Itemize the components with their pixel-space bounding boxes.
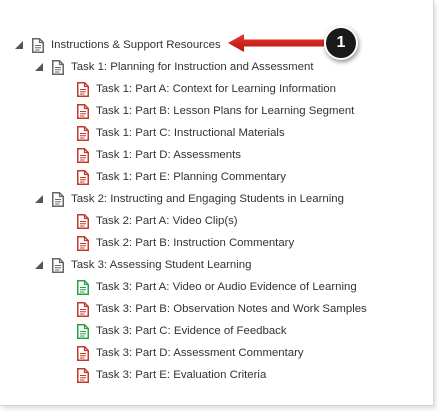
tree-node-label: Task 1: Planning for Instruction and Ass… — [71, 61, 314, 73]
gray-document-icon — [52, 59, 64, 75]
tree-node-root[interactable]: Instructions & Support Resources — [14, 34, 221, 56]
tree-leaf-task1-part-d[interactable]: Task 1: Part D: Assessments — [77, 144, 241, 166]
tree-leaf-label: Task 2: Part B: Instruction Commentary — [96, 237, 295, 249]
gray-document-icon — [32, 37, 44, 53]
tree-leaf-task1-part-e[interactable]: Task 1: Part E: Planning Commentary — [77, 166, 286, 188]
tree-leaf-task1-part-a[interactable]: Task 1: Part A: Context for Learning Inf… — [77, 78, 336, 100]
tree-leaf-label: Task 3: Part C: Evidence of Feedback — [96, 325, 287, 337]
red-document-icon — [77, 301, 89, 317]
red-document-icon — [77, 367, 89, 383]
red-document-icon — [77, 169, 89, 185]
tree-node-task-1[interactable]: Task 1: Planning for Instruction and Ass… — [34, 56, 314, 78]
tree-leaf-label: Task 3: Part B: Observation Notes and Wo… — [96, 303, 367, 315]
tree-leaf-label: Task 1: Part B: Lesson Plans for Learnin… — [96, 105, 355, 117]
callout-badge-number: 1 — [336, 34, 346, 51]
green-document-icon — [77, 323, 89, 339]
red-document-icon — [77, 213, 89, 229]
green-document-icon — [77, 279, 89, 295]
tree-node-task-2[interactable]: Task 2: Instructing and Engaging Student… — [34, 188, 344, 210]
tree-leaf-task3-part-d[interactable]: Task 3: Part D: Assessment Commentary — [77, 342, 304, 364]
red-document-icon — [77, 125, 89, 141]
expand-toggle-icon[interactable] — [34, 62, 44, 72]
tree-leaf-label: Task 1: Part A: Context for Learning Inf… — [96, 83, 336, 95]
callout-badge: 1 — [324, 26, 358, 60]
tree-node-label: Task 3: Assessing Student Learning — [71, 259, 252, 271]
tree-leaf-task3-part-c[interactable]: Task 3: Part C: Evidence of Feedback — [77, 320, 287, 342]
tree-leaf-task1-part-b[interactable]: Task 1: Part B: Lesson Plans for Learnin… — [77, 100, 354, 122]
red-document-icon — [77, 345, 89, 361]
tree-leaf-task3-part-b[interactable]: Task 3: Part B: Observation Notes and Wo… — [77, 298, 367, 320]
expand-toggle-icon[interactable] — [34, 260, 44, 270]
red-document-icon — [77, 103, 89, 119]
tree-leaf-label: Task 1: Part D: Assessments — [96, 149, 241, 161]
tree-node-label: Instructions & Support Resources — [51, 39, 221, 51]
red-document-icon — [77, 81, 89, 97]
tree-leaf-task2-part-b[interactable]: Task 2: Part B: Instruction Commentary — [77, 232, 294, 254]
tree-leaf-task3-part-a[interactable]: Task 3: Part A: Video or Audio Evidence … — [77, 276, 357, 298]
tree-leaf-label: Task 1: Part C: Instructional Materials — [96, 127, 285, 139]
tree-leaf-label: Task 2: Part A: Video Clip(s) — [96, 215, 238, 227]
tree-leaf-label: Task 1: Part E: Planning Commentary — [96, 171, 286, 183]
red-document-icon — [77, 147, 89, 163]
tree-leaf-task1-part-c[interactable]: Task 1: Part C: Instructional Materials — [77, 122, 285, 144]
tree-node-task-3[interactable]: Task 3: Assessing Student Learning — [34, 254, 251, 276]
tree-node-label: Task 2: Instructing and Engaging Student… — [71, 193, 344, 205]
red-document-icon — [77, 235, 89, 251]
expand-toggle-icon[interactable] — [14, 40, 24, 50]
tree-leaf-task3-part-e[interactable]: Task 3: Part E: Evaluation Criteria — [77, 364, 266, 386]
expand-toggle-icon[interactable] — [34, 194, 44, 204]
tree-leaf-label: Task 3: Part D: Assessment Commentary — [96, 347, 304, 359]
gray-document-icon — [52, 257, 64, 273]
tree-leaf-label: Task 3: Part A: Video or Audio Evidence … — [96, 281, 357, 293]
tree-panel: Instructions & Support Resources Task 1:… — [0, 0, 434, 406]
gray-document-icon — [52, 191, 64, 207]
tree-leaf-label: Task 3: Part E: Evaluation Criteria — [96, 369, 267, 381]
red-arrow-left-icon — [228, 34, 324, 52]
tree-leaf-task2-part-a[interactable]: Task 2: Part A: Video Clip(s) — [77, 210, 238, 232]
